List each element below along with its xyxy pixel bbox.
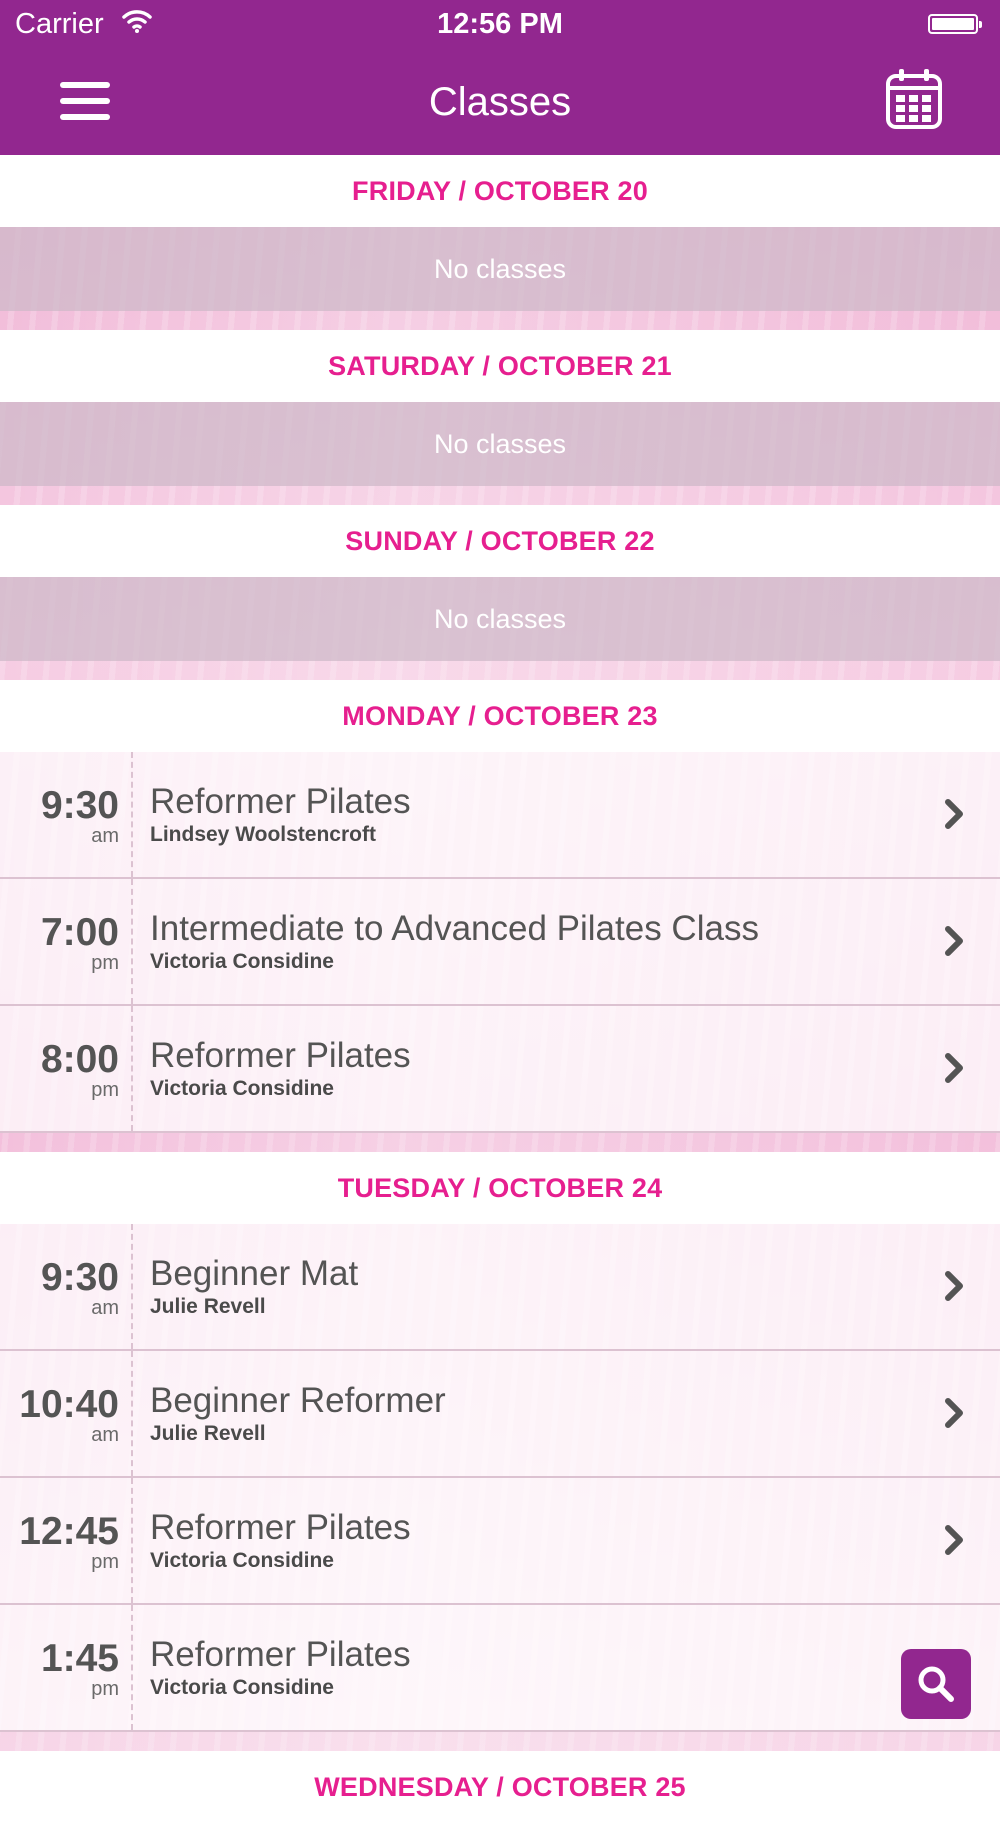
no-classes-message: No classes bbox=[0, 577, 1000, 661]
status-bar: Carrier 12:56 PM bbox=[0, 0, 1000, 50]
class-time: 8:00 bbox=[40, 1038, 119, 1081]
class-name: Reformer Pilates bbox=[150, 782, 411, 821]
day-header: MONDAY / OCTOBER 23 bbox=[0, 680, 1000, 752]
class-ampm: pm bbox=[91, 1551, 119, 1573]
class-time: 7:00 bbox=[40, 911, 119, 954]
class-name: Beginner Reformer bbox=[150, 1381, 446, 1420]
class-row[interactable]: 1:45 pm Reformer Pilates Victoria Consid… bbox=[0, 1605, 1000, 1732]
class-time: 9:30 bbox=[40, 784, 119, 827]
class-instructor: Lindsey Woolstencroft bbox=[150, 823, 376, 846]
class-instructor: Julie Revell bbox=[150, 1422, 266, 1445]
class-name: Intermediate to Advanced Pilates Class bbox=[150, 909, 759, 948]
class-instructor: Victoria Considine bbox=[150, 1077, 334, 1100]
time-column: 1:45 pm bbox=[0, 1605, 133, 1730]
class-instructor: Victoria Considine bbox=[150, 1676, 334, 1699]
status-time: 12:56 PM bbox=[437, 8, 563, 40]
class-schedule-list[interactable]: FRIDAY / OCTOBER 20 No classes SATURDAY … bbox=[0, 155, 1000, 1823]
chevron-right-icon bbox=[945, 1525, 963, 1555]
search-button[interactable] bbox=[901, 1649, 971, 1719]
class-instructor: Victoria Considine bbox=[150, 950, 334, 973]
class-time: 1:45 bbox=[40, 1637, 119, 1680]
day-header: FRIDAY / OCTOBER 20 bbox=[0, 155, 1000, 227]
search-icon bbox=[918, 1666, 954, 1702]
class-row[interactable]: 8:00 pm Reformer Pilates Victoria Consid… bbox=[0, 1006, 1000, 1133]
no-classes-message: No classes bbox=[0, 227, 1000, 311]
class-row[interactable]: 9:30 am Reformer Pilates Lindsey Woolste… bbox=[0, 752, 1000, 879]
time-column: 10:40 am bbox=[0, 1351, 133, 1476]
chevron-right-icon bbox=[945, 799, 963, 829]
page-title: Classes bbox=[428, 80, 572, 124]
calendar-icon[interactable] bbox=[885, 68, 943, 130]
class-ampm: pm bbox=[91, 1079, 119, 1101]
class-ampm: pm bbox=[91, 952, 119, 974]
class-name: Reformer Pilates bbox=[150, 1508, 411, 1547]
day-header: TUESDAY / OCTOBER 24 bbox=[0, 1152, 1000, 1224]
chevron-right-icon bbox=[945, 1053, 963, 1083]
class-time: 10:40 bbox=[19, 1383, 119, 1426]
class-time: 12:45 bbox=[19, 1510, 119, 1553]
chevron-right-icon bbox=[945, 1398, 963, 1428]
class-row[interactable]: 12:45 pm Reformer Pilates Victoria Consi… bbox=[0, 1478, 1000, 1605]
class-row[interactable]: 7:00 pm Intermediate to Advanced Pilates… bbox=[0, 879, 1000, 1006]
time-column: 12:45 pm bbox=[0, 1478, 133, 1603]
day-header: SATURDAY / OCTOBER 21 bbox=[0, 330, 1000, 402]
class-name: Reformer Pilates bbox=[150, 1036, 411, 1075]
class-row[interactable]: 9:30 am Beginner Mat Julie Revell bbox=[0, 1224, 1000, 1351]
class-row[interactable]: 10:40 am Beginner Reformer Julie Revell bbox=[0, 1351, 1000, 1478]
day-header: SUNDAY / OCTOBER 22 bbox=[0, 505, 1000, 577]
chevron-right-icon bbox=[945, 926, 963, 956]
class-ampm: am bbox=[91, 825, 119, 847]
class-ampm: am bbox=[91, 1297, 119, 1319]
class-instructor: Julie Revell bbox=[150, 1295, 266, 1318]
class-ampm: am bbox=[91, 1424, 119, 1446]
time-column: 9:30 am bbox=[0, 1224, 133, 1349]
time-column: 9:30 am bbox=[0, 752, 133, 877]
class-name: Beginner Mat bbox=[150, 1254, 359, 1293]
no-classes-message: No classes bbox=[0, 402, 1000, 486]
class-ampm: pm bbox=[91, 1678, 119, 1700]
chevron-right-icon bbox=[945, 1271, 963, 1301]
time-column: 7:00 pm bbox=[0, 879, 133, 1004]
navigation-bar: Classes bbox=[0, 50, 1000, 155]
class-name: Reformer Pilates bbox=[150, 1635, 411, 1674]
class-instructor: Victoria Considine bbox=[150, 1549, 334, 1572]
day-header: WEDNESDAY / OCTOBER 25 bbox=[0, 1751, 1000, 1823]
time-column: 8:00 pm bbox=[0, 1006, 133, 1131]
class-time: 9:30 bbox=[40, 1256, 119, 1299]
battery-icon bbox=[928, 14, 982, 34]
